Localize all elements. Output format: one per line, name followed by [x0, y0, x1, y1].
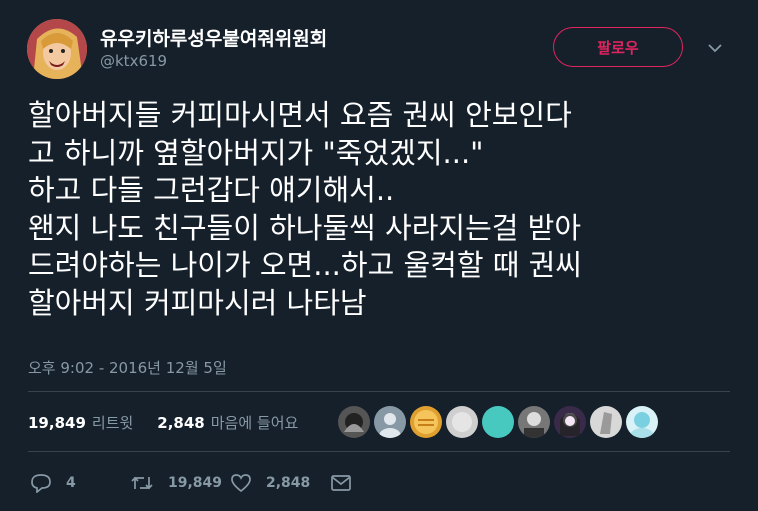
liker-avatar[interactable]: [374, 406, 406, 438]
likes-count[interactable]: 2,848: [157, 414, 204, 432]
reply-icon[interactable]: [30, 473, 52, 493]
retweets-count[interactable]: 19,849: [28, 414, 86, 432]
retweet-icon[interactable]: [130, 474, 154, 492]
tweet-text: 할아버지들 커피마시면서 요즘 권씨 안보인다 고 하니까 옆할아버지가 "죽었…: [28, 98, 582, 320]
liker-avatars: [338, 406, 658, 438]
liker-avatar[interactable]: [626, 406, 658, 438]
retweets-label[interactable]: 리트윗: [92, 412, 133, 433]
liker-avatar[interactable]: [338, 406, 370, 438]
reply-action[interactable]: 4: [30, 473, 130, 493]
avatar[interactable]: [27, 19, 87, 79]
like-count: 2,848: [266, 475, 311, 491]
tweet-actions: 4 19,849 2,848: [30, 471, 352, 495]
liker-avatar[interactable]: [482, 406, 514, 438]
display-name[interactable]: 유우키하루성우붙여줘위원회: [100, 24, 327, 51]
liker-avatar[interactable]: [410, 406, 442, 438]
divider: [28, 451, 730, 452]
likes-label[interactable]: 마음에 들어요: [211, 412, 299, 433]
follow-button[interactable]: 팔로우: [553, 27, 683, 67]
retweet-count: 19,849: [168, 475, 223, 491]
reply-count: 4: [66, 475, 76, 491]
retweet-action[interactable]: 19,849: [130, 474, 230, 492]
user-handle[interactable]: @ktx619: [100, 52, 167, 70]
like-action[interactable]: 2,848: [230, 473, 330, 493]
divider: [28, 391, 730, 392]
liker-avatar[interactable]: [554, 406, 586, 438]
heart-icon[interactable]: [230, 473, 252, 493]
liker-avatar[interactable]: [590, 406, 622, 438]
tweet-stats: 19,849 리트윗 2,848 마음에 들어요: [28, 412, 298, 433]
chevron-down-icon[interactable]: [706, 40, 724, 54]
tweet-timestamp[interactable]: 오후 9:02 - 2016년 12월 5일: [28, 357, 227, 378]
message-action[interactable]: [330, 474, 352, 492]
liker-avatar[interactable]: [446, 406, 478, 438]
envelope-icon[interactable]: [330, 474, 352, 492]
liker-avatar[interactable]: [518, 406, 550, 438]
